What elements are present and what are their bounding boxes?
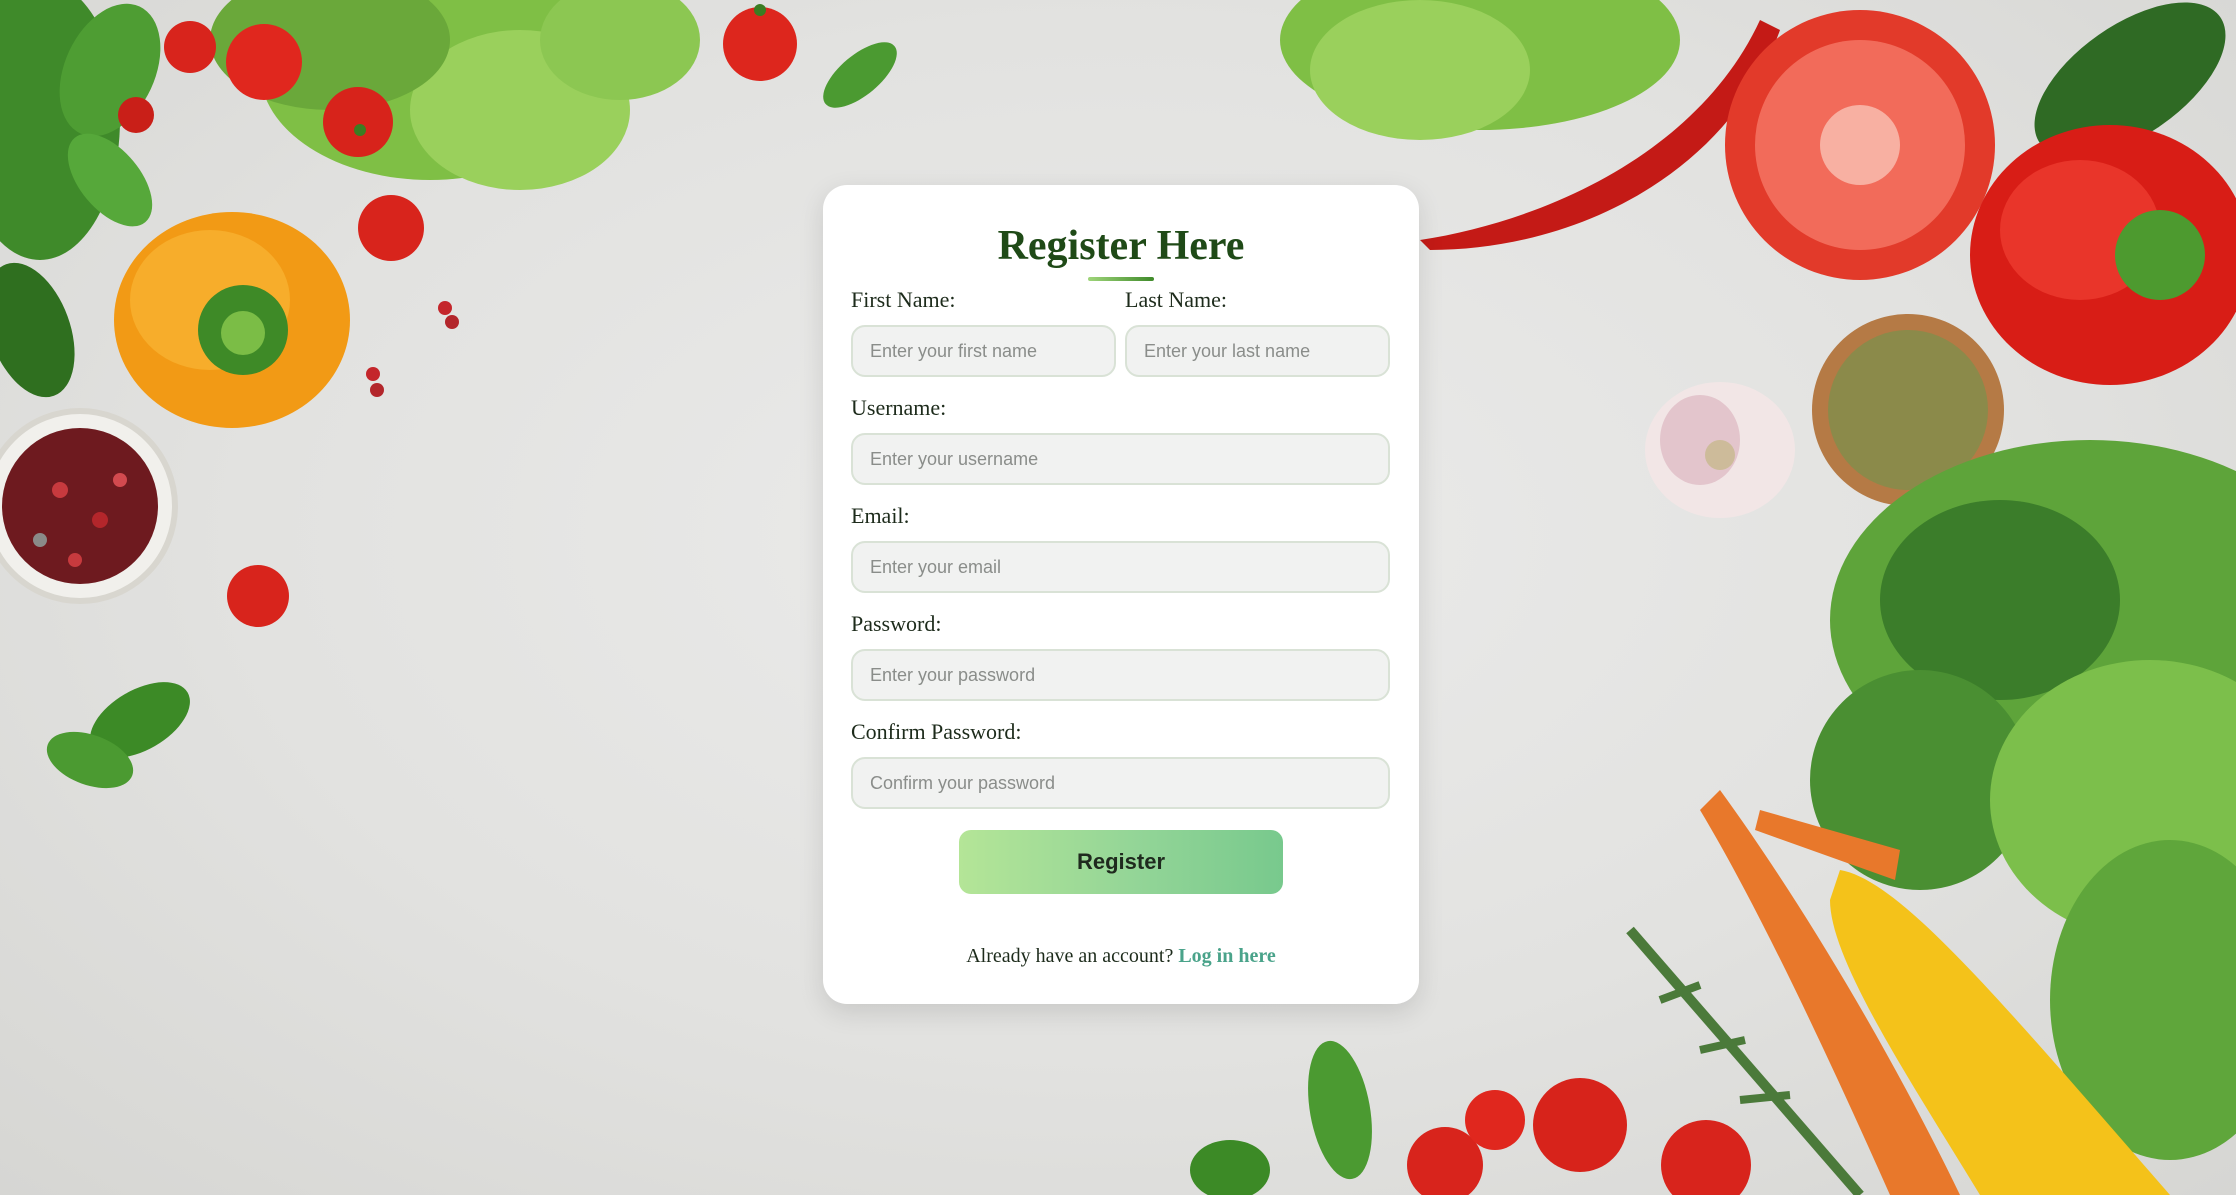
password-label: Password: bbox=[851, 611, 942, 636]
page-title: Register Here bbox=[997, 223, 1245, 269]
bell-pepper-icon bbox=[114, 212, 350, 428]
tomato-slice-icon bbox=[1725, 10, 1995, 280]
register-button[interactable]: Register bbox=[959, 830, 1283, 894]
email-input[interactable] bbox=[851, 541, 1390, 593]
last-name-label: Last Name: bbox=[1125, 287, 1228, 312]
tomato-icon bbox=[1407, 1078, 1751, 1195]
login-link[interactable]: Log in here bbox=[1178, 945, 1275, 967]
email-label: Email: bbox=[851, 503, 910, 528]
username-label: Username: bbox=[851, 395, 947, 420]
password-input[interactable] bbox=[851, 649, 1390, 701]
first-name-label: First Name: bbox=[851, 287, 956, 312]
username-input[interactable] bbox=[851, 433, 1390, 485]
bell-pepper-icon bbox=[1970, 125, 2236, 385]
title-underline bbox=[1088, 277, 1154, 281]
lettuce-icon bbox=[1280, 0, 1680, 140]
lettuce-icon bbox=[210, 0, 700, 190]
garlic-icon bbox=[1645, 382, 1795, 518]
confirm-password-input[interactable] bbox=[851, 757, 1390, 809]
first-name-input[interactable] bbox=[851, 325, 1116, 377]
peppercorn-bowl-icon bbox=[0, 408, 178, 604]
register-card: Register Here First Name: Last Name: Use… bbox=[823, 185, 1419, 1004]
parsley-icon bbox=[1190, 1040, 1372, 1195]
last-name-input[interactable] bbox=[1125, 325, 1390, 377]
login-prompt-text: Already have an account? bbox=[966, 945, 1174, 967]
login-prompt: Already have an account? Log in here bbox=[823, 945, 1419, 968]
confirm-password-label: Confirm Password: bbox=[851, 719, 1022, 744]
